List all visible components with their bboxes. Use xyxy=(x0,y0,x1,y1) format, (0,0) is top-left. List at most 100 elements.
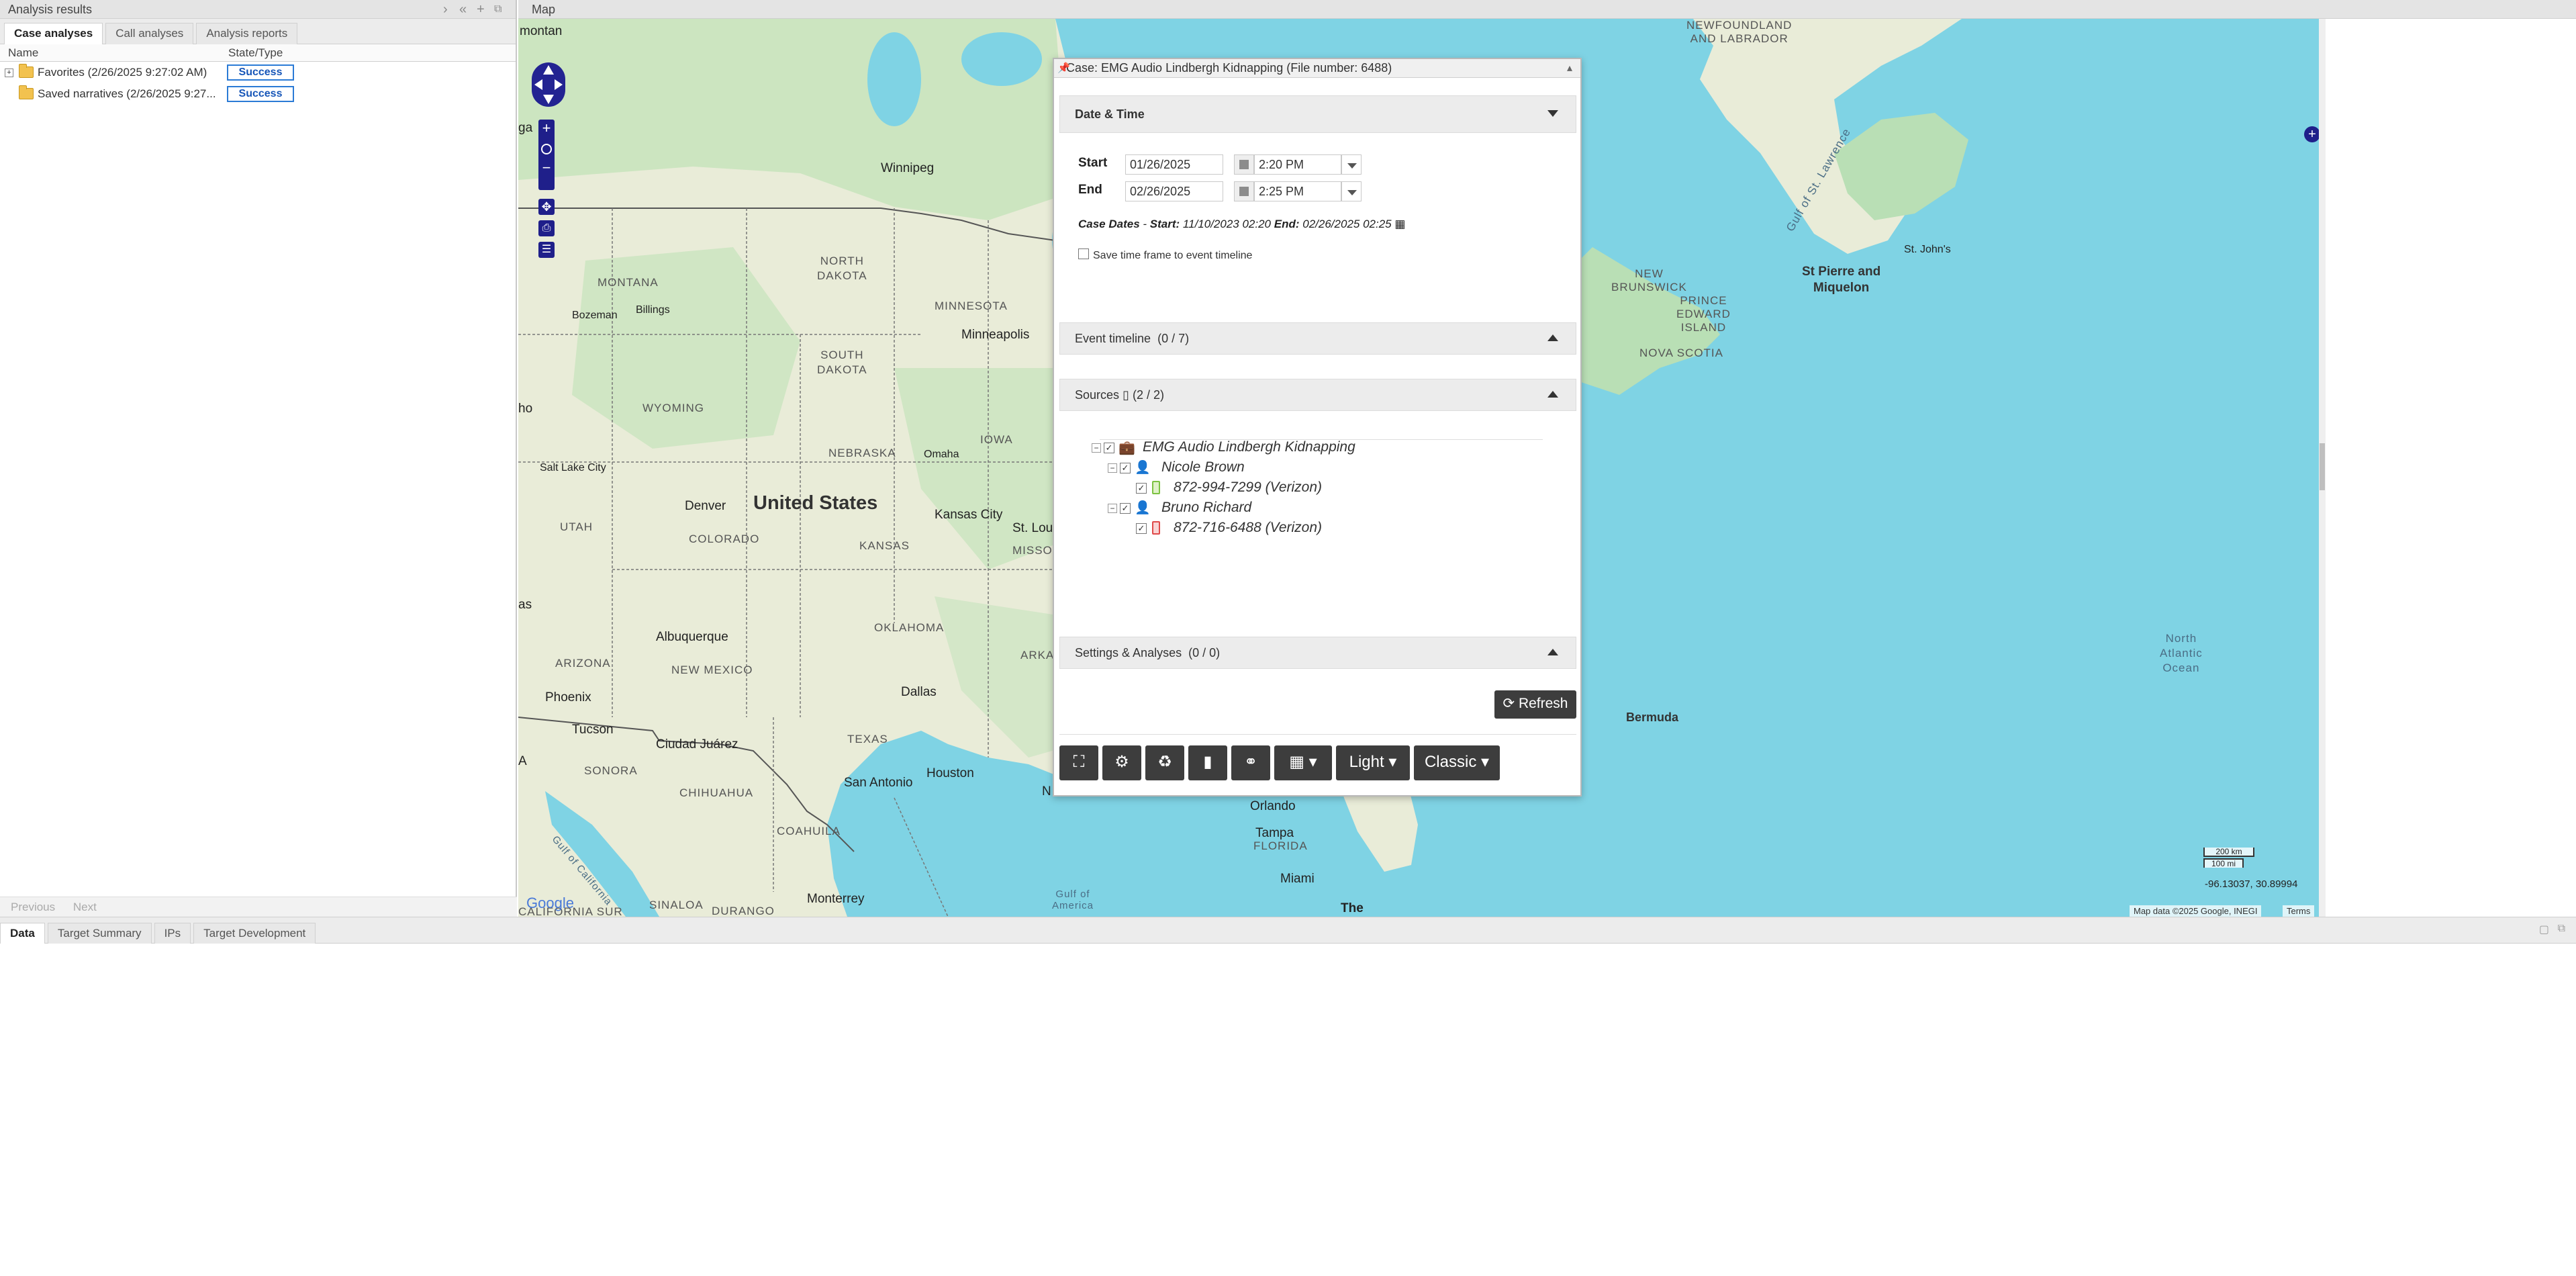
map-label: IOWA xyxy=(980,433,1013,446)
save-timeframe-checkbox[interactable] xyxy=(1078,248,1089,259)
expand-icon[interactable]: + xyxy=(5,69,13,77)
map-scrollbar-thumb[interactable] xyxy=(2320,443,2325,490)
tree-checkbox[interactable]: ✓ xyxy=(1120,503,1131,514)
briefcase-icon: 💼 xyxy=(1118,441,1135,455)
tree-collapse-icon[interactable]: − xyxy=(1108,504,1117,513)
pager: Previous Next xyxy=(0,897,517,917)
tree-phone-node[interactable]: 872-994-7299 (Verizon) xyxy=(1174,480,1322,496)
calendar-icon[interactable]: ▦ xyxy=(1394,218,1405,230)
terms-link[interactable]: Terms xyxy=(2283,905,2315,917)
table-row[interactable]: Saved narratives (2/26/2025 9:27... Succ… xyxy=(0,83,516,105)
column-header-name[interactable]: Name xyxy=(8,46,38,60)
light-theme-dropdown[interactable]: Light ▾ xyxy=(1336,745,1410,780)
zoom-control[interactable]: + − xyxy=(538,120,555,190)
calendar-icon[interactable] xyxy=(1234,154,1254,175)
sources-count: (2 / 2) xyxy=(1132,388,1164,402)
start-time-input[interactable]: 2:20 PM xyxy=(1254,154,1341,175)
tree-phone-node[interactable]: 872-716-6488 (Verizon) xyxy=(1174,520,1322,536)
caret-down-icon: ▾ xyxy=(1480,753,1490,771)
add-layer-icon[interactable]: + xyxy=(2304,126,2320,142)
analysis-results-panel: Analysis results › « + ⧉ Case analyses C… xyxy=(0,0,517,917)
tree-checkbox[interactable]: ✓ xyxy=(1136,483,1147,494)
start-date-input[interactable]: 01/26/2025 xyxy=(1125,154,1223,175)
layers-list-icon[interactable]: ☰ xyxy=(538,242,555,258)
zoom-in-icon[interactable]: + xyxy=(538,120,555,137)
panel-title-text: Analysis results xyxy=(8,3,93,16)
tab-analysis-reports[interactable]: Analysis reports xyxy=(196,23,298,44)
row-name[interactable]: Saved narratives (2/26/2025 9:27... xyxy=(38,87,219,101)
tree-checkbox[interactable]: ✓ xyxy=(1120,463,1131,473)
restore-window-icon[interactable]: ⧉ xyxy=(494,0,502,19)
map-label: NEWFOUNDLAND AND LABRADOR xyxy=(1686,19,1793,45)
tree-collapse-icon[interactable]: − xyxy=(1092,443,1101,453)
end-time-input[interactable]: 2:25 PM xyxy=(1254,181,1341,201)
tab-target-development[interactable]: Target Development xyxy=(193,923,316,944)
settings-button[interactable]: ⚙ xyxy=(1102,745,1141,780)
tree-checkbox[interactable]: ✓ xyxy=(1104,443,1114,453)
next-button[interactable]: Next xyxy=(73,901,97,913)
previous-button[interactable]: Previous xyxy=(11,901,55,913)
map-label: North Atlantic Ocean xyxy=(2160,632,2203,674)
pan-control-icon[interactable] xyxy=(532,62,565,107)
minimize-icon[interactable]: ▢ xyxy=(2539,923,2549,936)
folder-icon xyxy=(19,85,34,99)
map-label: Tucson xyxy=(572,723,614,737)
save-timeframe-label: Save time frame to event timeline xyxy=(1093,250,1253,261)
chevron-right-icon[interactable]: › xyxy=(443,0,448,19)
phone-icon xyxy=(1152,521,1160,535)
pan-arrows-icon xyxy=(534,65,563,104)
caret-up-icon xyxy=(1547,649,1558,655)
section-event-timeline[interactable]: Event timeline (0 / 7) xyxy=(1059,322,1576,355)
chevron-down-icon[interactable] xyxy=(1341,154,1362,175)
pin-icon[interactable]: 📌 xyxy=(1057,59,1070,77)
column-header-state[interactable]: State/Type xyxy=(228,46,283,60)
zoom-out-icon[interactable]: − xyxy=(538,161,555,175)
collapse-left-icon[interactable]: « xyxy=(459,0,467,19)
gear-icon: ⚙ xyxy=(1114,753,1129,771)
refresh-button[interactable]: ⟳ Refresh xyxy=(1494,690,1576,719)
tree-person-node[interactable]: Nicole Brown xyxy=(1161,459,1245,475)
recycle-button[interactable]: ♻ xyxy=(1145,745,1184,780)
tree-checkbox[interactable]: ✓ xyxy=(1136,523,1147,534)
calendar-icon[interactable] xyxy=(1234,181,1254,201)
section-settings-analyses[interactable]: Settings & Analyses (0 / 0) xyxy=(1059,637,1576,669)
tree-collapse-icon[interactable]: − xyxy=(1108,463,1117,473)
print-icon[interactable]: ⎙ xyxy=(538,220,555,236)
add-icon[interactable]: + xyxy=(477,0,485,19)
map-label: Houston xyxy=(926,766,974,780)
end-date-input[interactable]: 02/26/2025 xyxy=(1125,181,1223,201)
section-date-time[interactable]: Date & Time xyxy=(1059,95,1576,133)
map-label: NORTH DAKOTA xyxy=(817,255,867,282)
fullscreen-icon[interactable]: ✥ xyxy=(538,199,555,215)
collapse-dialog-icon[interactable]: ▴ xyxy=(1567,59,1572,77)
table-row[interactable]: + Favorites (2/26/2025 9:27:02 AM) Succe… xyxy=(0,62,516,83)
tab-ips[interactable]: IPs xyxy=(154,923,191,944)
clipboard-button[interactable]: ▮ xyxy=(1188,745,1227,780)
section-sources[interactable]: Sources ▯ (2 / 2) xyxy=(1059,379,1576,411)
map-pin-button[interactable]: ⛶ xyxy=(1059,745,1098,780)
classic-style-dropdown[interactable]: Classic ▾ xyxy=(1414,745,1500,780)
tab-call-analyses[interactable]: Call analyses xyxy=(105,23,194,44)
settings-count: (0 / 0) xyxy=(1188,646,1221,659)
map-label: ho xyxy=(518,402,533,416)
binoculars-button[interactable]: ⚭ xyxy=(1231,745,1270,780)
zoom-level-icon[interactable] xyxy=(541,144,552,154)
map-label: as xyxy=(518,598,532,612)
tab-case-analyses[interactable]: Case analyses xyxy=(4,23,103,44)
row-name[interactable]: Favorites (2/26/2025 9:27:02 AM) xyxy=(38,66,219,79)
dialog-titlebar[interactable]: 📌 Case: EMG Audio Lindbergh Kidnapping (… xyxy=(1054,59,1580,78)
case-dates-end-label: End: xyxy=(1274,218,1300,230)
refresh-label: Refresh xyxy=(1518,696,1568,711)
restore-window-icon[interactable]: ⧉ xyxy=(2558,923,2565,935)
tree-case-node[interactable]: EMG Audio Lindbergh Kidnapping xyxy=(1143,439,1355,455)
scale-mi: 100 mi xyxy=(2203,858,2244,868)
map-label: St. John's xyxy=(1904,244,1951,255)
tree-person-node[interactable]: Bruno Richard xyxy=(1161,500,1251,516)
map-label: TEXAS xyxy=(847,733,888,745)
map-label: FLORIDA xyxy=(1253,839,1308,852)
chevron-down-icon[interactable] xyxy=(1341,181,1362,201)
person-icon: 👤 xyxy=(1135,501,1151,515)
tab-target-summary[interactable]: Target Summary xyxy=(47,923,152,944)
tab-data[interactable]: Data xyxy=(0,923,45,944)
grid-dropdown-button[interactable]: ▦ ▾ xyxy=(1274,745,1332,780)
